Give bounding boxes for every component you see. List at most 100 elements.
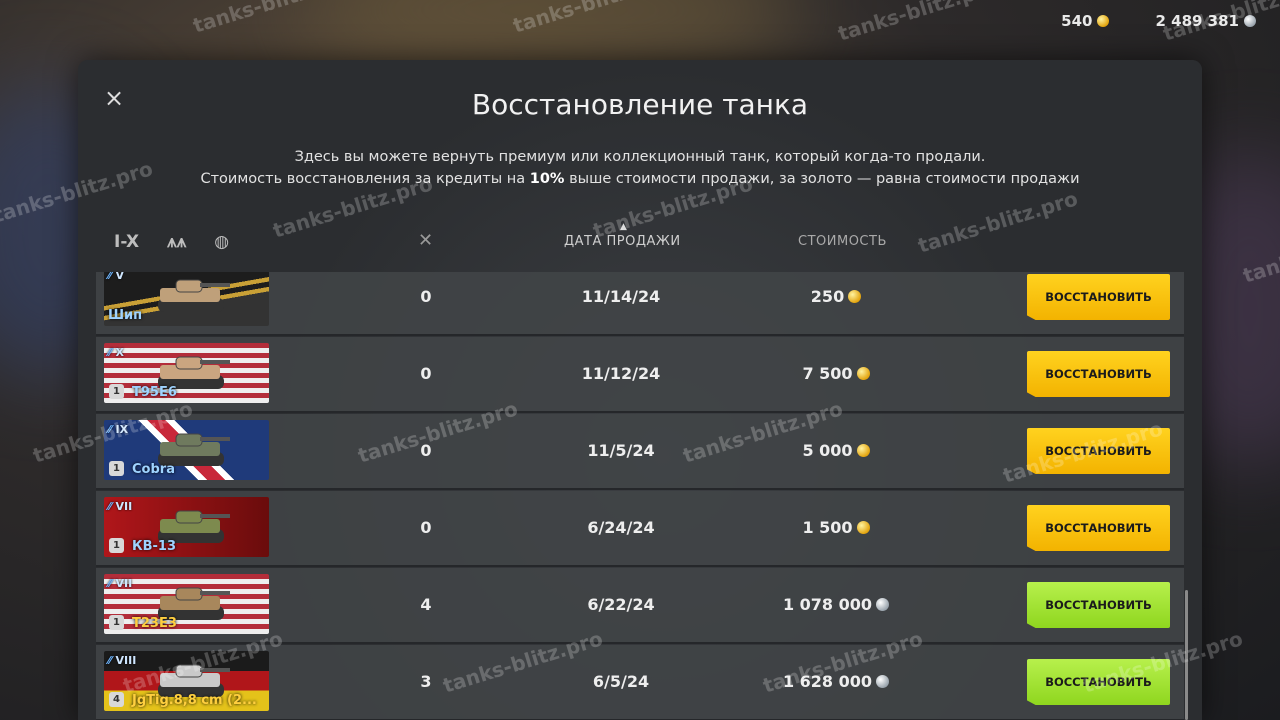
mastery-badge: 4 — [109, 692, 124, 707]
restore-button[interactable]: ВОССТАНОВИТЬ — [1027, 659, 1170, 705]
sale-date: 11/5/24 — [587, 441, 655, 460]
restore-cost: 1 628 000 — [756, 645, 916, 719]
cost-amount: 1 500 — [802, 518, 853, 537]
description-text-a: Стоимость восстановления за кредиты на — [200, 171, 530, 187]
gold-coin-icon — [856, 444, 870, 457]
cost-amount: 1 078 000 — [782, 595, 873, 614]
dialog-title: Восстановление танка — [471, 88, 809, 121]
gold-coin-icon — [1097, 15, 1110, 27]
restore-cost: 7 500 — [756, 337, 916, 411]
date-header-label: ДАТА ПРОДАЖИ — [564, 234, 681, 249]
tank-type-filter-icon[interactable]: ⩚⩚ — [167, 232, 186, 252]
tank-card[interactable]: ⁄⁄ IX 1 Cobra — [104, 420, 269, 480]
tank-name: Шип — [108, 308, 143, 323]
kills-value: 0 — [420, 441, 432, 460]
sale-date: 6/24/24 — [587, 518, 655, 537]
sale-date: 6/5/24 — [592, 672, 650, 691]
silver-coin-icon — [1244, 15, 1256, 27]
tank-tier: ⁄⁄ IX — [108, 423, 128, 436]
tank-class-icon: ⁄⁄ — [108, 272, 112, 282]
tier-label: IX — [115, 423, 129, 436]
description-percent: 10% — [529, 171, 565, 187]
tier-label: VII — [115, 577, 133, 590]
silver-coin-icon — [876, 598, 890, 611]
tank-tier: ⁄⁄ VII — [108, 577, 132, 590]
description-line-2: Стоимость восстановления за кредиты на 1… — [78, 168, 1202, 190]
sale-date: 11/12/24 — [581, 364, 661, 383]
tank-class-icon: ⁄⁄ — [108, 654, 112, 667]
mastery-badge: 1 — [109, 538, 124, 553]
tier-filter[interactable]: I-X — [114, 232, 139, 252]
description-line-1: Здесь вы можете вернуть премиум или колл… — [294, 149, 986, 165]
table-row[interactable]: ⁄⁄ V Шип 0 11/14/24 250 ВОССТАНОВИТЬ — [96, 272, 1184, 336]
tank-tier: ⁄⁄ X — [108, 346, 124, 359]
mastery-badge: 1 — [109, 615, 124, 630]
mastery-badge: 1 — [109, 461, 124, 476]
tank-tier: ⁄⁄ VII — [108, 500, 132, 513]
filters-bar: I-X ⩚⩚ ◍ — [114, 232, 229, 252]
silver-balance: 2 489 381 — [1155, 12, 1256, 30]
gold-coin-icon — [848, 290, 862, 303]
tank-card[interactable]: ⁄⁄ X 1 T95E6 — [104, 343, 269, 403]
sort-by-date-header[interactable]: ▲ ДАТА ПРОДАЖИ — [564, 222, 681, 249]
restore-button[interactable]: ВОССТАНОВИТЬ — [1027, 582, 1170, 628]
tank-name: T23E3 — [132, 616, 177, 631]
tank-tier: ⁄⁄ VIII — [108, 654, 136, 667]
tank-card[interactable]: ⁄⁄ VIII 4 JgTig.8,8 cm (2... — [104, 651, 269, 711]
cost-amount: 1 628 000 — [782, 672, 873, 691]
silver-amount: 2 489 381 — [1155, 12, 1239, 30]
kills-value: 0 — [420, 518, 432, 537]
tank-image-icon — [158, 279, 230, 312]
tank-class-icon: ⁄⁄ — [108, 423, 112, 436]
restore-cost: 250 — [756, 272, 916, 334]
cost-header[interactable]: СТОИМОСТЬ — [798, 234, 887, 249]
tank-tier: ⁄⁄ V — [108, 272, 124, 282]
tank-class-icon: ⁄⁄ — [108, 500, 112, 513]
restore-cost: 1 500 — [756, 491, 916, 565]
silver-coin-icon — [876, 675, 890, 688]
dialog-description: Здесь вы можете вернуть премиум или колл… — [78, 146, 1202, 190]
gold-balance: 540 — [1061, 12, 1110, 30]
table-row[interactable]: ⁄⁄ VII 1 T23E3 4 6/22/24 1 078 000 ВОССТ… — [96, 568, 1184, 644]
restore-button[interactable]: ВОССТАНОВИТЬ — [1027, 351, 1170, 397]
tank-class-icon: ⁄⁄ — [108, 577, 112, 590]
table-row[interactable]: ⁄⁄ VII 1 КВ-13 0 6/24/24 1 500 ВОССТАНОВ… — [96, 491, 1184, 567]
tank-name: JgTig.8,8 cm (2... — [132, 693, 257, 708]
tank-name: T95E6 — [132, 385, 177, 400]
kills-value: 0 — [420, 287, 432, 306]
gold-amount: 540 — [1061, 12, 1093, 30]
tank-list[interactable]: ⁄⁄ V Шип 0 11/14/24 250 ВОССТАНОВИТЬ ⁄⁄ … — [96, 272, 1184, 720]
description-text-c: выше стоимости продажи, за золото — равн… — [564, 171, 1080, 187]
table-row[interactable]: ⁄⁄ IX 1 Cobra 0 11/5/24 5 000 ВОССТАНОВИ… — [96, 414, 1184, 490]
gold-coin-icon — [856, 521, 870, 534]
tank-card[interactable]: ⁄⁄ V Шип — [104, 272, 269, 326]
kills-value: 0 — [420, 364, 432, 383]
cost-amount: 250 — [810, 287, 845, 306]
restore-button[interactable]: ВОССТАНОВИТЬ — [1027, 274, 1170, 320]
tank-name: КВ-13 — [132, 539, 177, 554]
kills-value: 4 — [420, 595, 432, 614]
kills-value: 3 — [420, 672, 432, 691]
mastery-badge: 1 — [109, 384, 124, 399]
tier-label: VII — [115, 500, 133, 513]
tank-name: Cobra — [132, 462, 175, 477]
cost-amount: 7 500 — [802, 364, 853, 383]
kills-header-icon[interactable]: ✕ — [418, 230, 433, 251]
restore-cost: 5 000 — [756, 414, 916, 488]
tank-card[interactable]: ⁄⁄ VII 1 КВ-13 — [104, 497, 269, 557]
currency-bar: 540 2 489 381 — [1061, 12, 1256, 30]
nation-filter-icon[interactable]: ◍ — [214, 232, 229, 252]
tank-class-icon: ⁄⁄ — [108, 346, 112, 359]
table-row[interactable]: ⁄⁄ X 1 T95E6 0 11/12/24 7 500 ВОССТАНОВИ… — [96, 337, 1184, 413]
tier-label: X — [115, 346, 125, 359]
restore-button[interactable]: ВОССТАНОВИТЬ — [1027, 505, 1170, 551]
sort-ascending-icon: ▲ — [620, 222, 628, 232]
scrollbar[interactable] — [1185, 590, 1188, 720]
gold-coin-icon — [856, 367, 870, 380]
tank-card[interactable]: ⁄⁄ VII 1 T23E3 — [104, 574, 269, 634]
table-row[interactable]: ⁄⁄ VIII 4 JgTig.8,8 cm (2... 3 6/5/24 1 … — [96, 645, 1184, 720]
cost-amount: 5 000 — [802, 441, 853, 460]
restore-button[interactable]: ВОССТАНОВИТЬ — [1027, 428, 1170, 474]
tier-label: VIII — [115, 654, 137, 667]
tier-label: V — [115, 272, 125, 282]
